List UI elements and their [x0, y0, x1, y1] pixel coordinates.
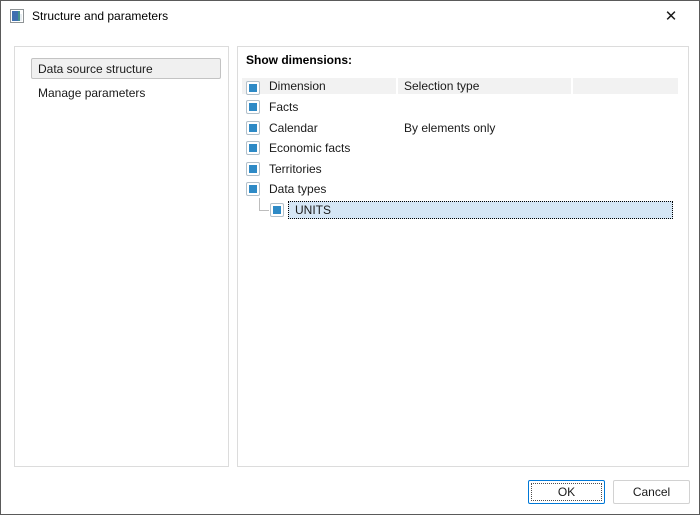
dimension-checkbox[interactable] [246, 162, 260, 176]
sidebar-item-label: Data source structure [38, 62, 153, 76]
sidebar-item-manage-parameters[interactable]: Manage parameters [38, 85, 145, 101]
table-row-economic-facts[interactable]: Economic facts [242, 138, 678, 159]
dimension-name: Facts [269, 97, 298, 118]
dimensions-panel: Show dimensions: Dimension Selection typ… [237, 46, 689, 467]
dimension-name: Territories [269, 159, 322, 180]
dimension-checkbox[interactable] [246, 121, 260, 135]
title-bar: Structure and parameters ✕ [1, 1, 699, 32]
dimensions-table: Dimension Selection type Facts Calendar … [242, 78, 678, 220]
select-all-checkbox[interactable] [246, 81, 260, 95]
cancel-button-label: Cancel [633, 485, 670, 499]
column-header-dimension: Dimension [269, 79, 326, 93]
window-title: Structure and parameters [32, 9, 168, 23]
dimension-checkbox[interactable] [246, 100, 260, 114]
sidebar: Data source structure Manage parameters [14, 46, 229, 467]
selection-type-value: By elements only [404, 118, 495, 139]
ok-button[interactable]: OK [528, 480, 605, 504]
panel-heading: Show dimensions: [246, 53, 352, 67]
close-button[interactable]: ✕ [643, 1, 699, 32]
table-header: Dimension Selection type [242, 78, 678, 94]
structure-and-parameters-dialog: Structure and parameters ✕ Data source s… [0, 0, 700, 515]
header-cell-selection-type[interactable]: Selection type [398, 78, 571, 94]
selected-row-highlight[interactable]: UNITS [288, 201, 673, 219]
table-row-data-types[interactable]: Data types [242, 179, 678, 200]
header-cell-dimension[interactable]: Dimension [242, 78, 396, 94]
dimension-checkbox[interactable] [246, 141, 260, 155]
header-cell-empty [573, 78, 678, 94]
dimension-name: Economic facts [269, 138, 350, 159]
tree-connector [259, 198, 269, 211]
table-row-territories[interactable]: Territories [242, 159, 678, 180]
table-rows: Facts Calendar By elements only Economic… [242, 97, 678, 220]
cancel-button[interactable]: Cancel [613, 480, 690, 504]
dimension-checkbox[interactable] [270, 203, 284, 217]
table-row-units[interactable]: UNITS [242, 200, 678, 221]
close-icon: ✕ [665, 9, 678, 24]
dimension-checkbox[interactable] [246, 182, 260, 196]
dimension-name: Data types [269, 179, 326, 200]
dimension-name: UNITS [295, 203, 331, 217]
ok-button-label: OK [558, 485, 575, 499]
table-row-facts[interactable]: Facts [242, 97, 678, 118]
app-icon [10, 9, 24, 23]
sidebar-item-data-source-structure[interactable]: Data source structure [31, 58, 221, 79]
column-header-selection-type: Selection type [404, 79, 479, 93]
dimension-name: Calendar [269, 118, 318, 139]
table-row-calendar[interactable]: Calendar By elements only [242, 118, 678, 139]
sidebar-item-label: Manage parameters [38, 86, 145, 100]
